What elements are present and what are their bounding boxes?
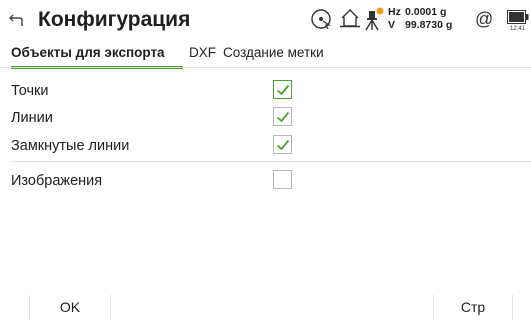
angle-readout: Hz 0.0001 g V 99.8730 g bbox=[388, 6, 452, 32]
lines-checkbox[interactable] bbox=[273, 107, 292, 126]
back-arrow-icon[interactable] bbox=[8, 11, 26, 29]
images-checkbox[interactable] bbox=[273, 170, 292, 189]
tab-create-label[interactable]: Создание метки bbox=[223, 45, 324, 60]
v-label: V bbox=[388, 19, 396, 31]
v-value: 99.8730 g bbox=[405, 19, 453, 31]
target-icon[interactable] bbox=[310, 8, 332, 30]
hz-label: Hz bbox=[388, 6, 401, 18]
softkey-separator bbox=[512, 295, 513, 320]
closed-lines-label: Замкнутые линии bbox=[11, 138, 130, 154]
images-label: Изображения bbox=[11, 173, 103, 189]
lines-label: Линии bbox=[11, 110, 53, 126]
checkmark-icon bbox=[276, 139, 290, 151]
row-images: Изображения bbox=[0, 167, 531, 195]
tabs-divider bbox=[0, 67, 531, 68]
hz-value: 0.0001 g bbox=[405, 6, 447, 18]
connection-at-icon[interactable]: @ bbox=[475, 9, 493, 30]
ok-button[interactable]: OK bbox=[30, 295, 110, 320]
row-points: Точки bbox=[0, 77, 531, 105]
checkmark-icon bbox=[276, 84, 290, 96]
page-title: Конфигурация bbox=[38, 8, 191, 31]
home-icon[interactable] bbox=[339, 7, 361, 29]
tab-export-objects[interactable]: Объекты для экспорта bbox=[11, 45, 165, 60]
softkey-bar: OK Стр bbox=[0, 295, 531, 320]
checkmark-icon bbox=[276, 111, 290, 123]
points-checkbox[interactable] bbox=[273, 80, 292, 99]
battery-icon[interactable] bbox=[507, 10, 529, 24]
title-bar: Конфигурация Hz 0.0001 g V 99.8730 g @ 12:… bbox=[0, 0, 531, 42]
page-button[interactable]: Стр bbox=[434, 295, 512, 320]
points-label: Точки bbox=[11, 83, 49, 99]
closed-lines-checkbox[interactable] bbox=[273, 135, 292, 154]
softkey-separator bbox=[110, 295, 111, 320]
tab-bar: Объекты для экспорта DXF Создание метки bbox=[0, 42, 531, 69]
instrument-icon[interactable] bbox=[362, 5, 386, 31]
tab-dxf[interactable]: DXF bbox=[189, 45, 216, 60]
row-lines: Линии bbox=[0, 104, 531, 132]
row-closed-lines: Замкнутые линии bbox=[0, 132, 531, 160]
clock-time: 12:41 bbox=[510, 26, 526, 32]
section-divider bbox=[11, 161, 531, 162]
